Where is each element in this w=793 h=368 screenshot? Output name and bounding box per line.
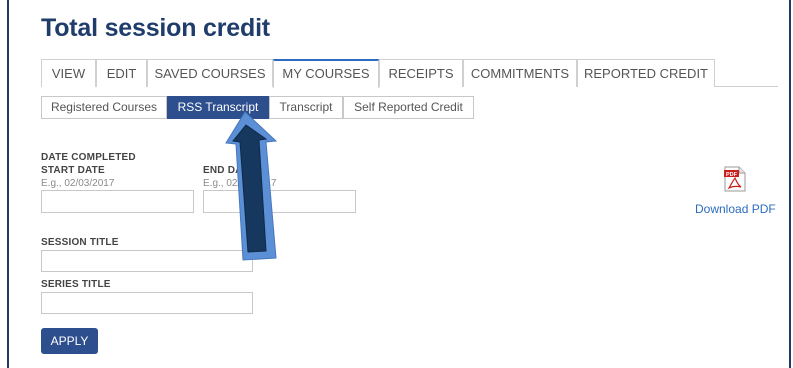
start-date-input[interactable] — [41, 190, 194, 213]
tab-edit[interactable]: EDIT — [96, 59, 147, 87]
tab-commitments[interactable]: COMMITMENTS — [463, 59, 577, 87]
series-title-label: SERIES TITLE — [41, 279, 111, 290]
main-tabs: VIEW EDIT SAVED COURSES MY COURSES RECEI… — [41, 59, 778, 88]
session-title-input[interactable] — [41, 250, 253, 272]
subtab-registered-courses[interactable]: Registered Courses — [41, 96, 167, 119]
page-title: Total session credit — [41, 14, 270, 42]
apply-button[interactable]: APPLY — [41, 328, 98, 354]
start-date-hint: E.g., 02/03/2017 — [41, 178, 115, 189]
end-date-input[interactable] — [203, 190, 356, 213]
start-date-label: START DATE — [41, 165, 105, 176]
frame-border-left — [7, 0, 9, 368]
subtab-rss-transcript[interactable]: RSS Transcript — [167, 96, 269, 119]
pdf-badge-text: PDF — [726, 172, 738, 178]
session-title-label: SESSION TITLE — [41, 237, 119, 248]
pdf-icon[interactable]: PDF — [724, 166, 746, 192]
tab-saved-courses[interactable]: SAVED COURSES — [147, 59, 273, 87]
tab-my-courses[interactable]: MY COURSES — [273, 59, 379, 88]
frame-border-right — [789, 0, 791, 368]
tab-receipts[interactable]: RECEIPTS — [379, 59, 463, 87]
end-date-hint: E.g., 02/03/2017 — [203, 178, 277, 189]
tab-view[interactable]: VIEW — [41, 59, 96, 87]
subtab-transcript[interactable]: Transcript — [269, 96, 343, 119]
subtab-self-reported-credit[interactable]: Self Reported Credit — [343, 96, 474, 119]
series-title-input[interactable] — [41, 292, 253, 314]
download-pdf-link[interactable]: Download PDF — [695, 202, 776, 216]
tab-reported-credit[interactable]: REPORTED CREDIT — [577, 59, 715, 87]
end-date-label: END DATE — [203, 165, 255, 176]
date-completed-label: DATE COMPLETED — [41, 152, 136, 163]
